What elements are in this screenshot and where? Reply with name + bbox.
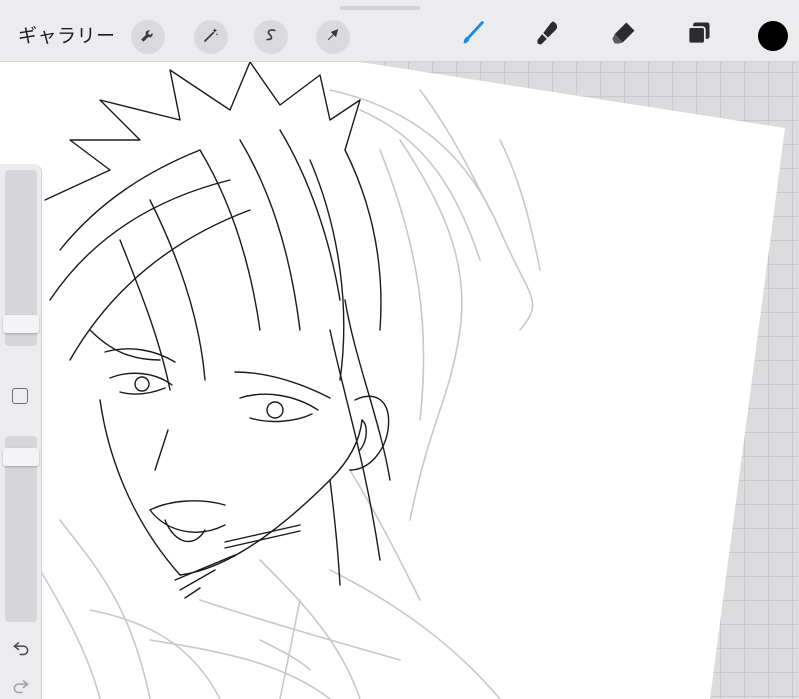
home-indicator xyxy=(340,6,420,10)
actions-button[interactable] xyxy=(131,20,165,54)
opacity-thumb[interactable] xyxy=(3,448,39,466)
redo-icon xyxy=(11,675,31,699)
layers-icon xyxy=(685,19,713,51)
undo-button[interactable] xyxy=(10,638,32,660)
brush-icon xyxy=(459,19,487,51)
eraser-button[interactable] xyxy=(607,18,641,52)
transform-arrow-icon xyxy=(324,26,342,48)
redo-button[interactable] xyxy=(10,676,32,698)
top-toolbar: ギャラリー xyxy=(0,0,799,62)
layers-button[interactable] xyxy=(682,18,716,52)
selection-button[interactable] xyxy=(254,20,288,54)
color-picker-button[interactable] xyxy=(758,21,788,51)
brush-button[interactable] xyxy=(456,18,490,52)
modify-button[interactable] xyxy=(12,388,28,404)
drawing-canvas[interactable] xyxy=(0,0,799,699)
selection-icon xyxy=(262,26,280,48)
transform-button[interactable] xyxy=(316,20,350,54)
gallery-button[interactable]: ギャラリー xyxy=(18,21,116,48)
adjustments-button[interactable] xyxy=(194,20,228,54)
opacity-slider[interactable] xyxy=(3,436,39,622)
magic-wand-icon xyxy=(202,26,220,48)
left-sidebar xyxy=(0,164,42,699)
smudge-button[interactable] xyxy=(531,18,565,52)
undo-icon xyxy=(11,637,31,661)
eraser-icon xyxy=(610,19,638,51)
smudge-icon xyxy=(534,19,562,51)
brush-size-slider[interactable] xyxy=(3,170,39,346)
wrench-icon xyxy=(139,26,157,48)
brush-size-thumb[interactable] xyxy=(3,315,39,333)
